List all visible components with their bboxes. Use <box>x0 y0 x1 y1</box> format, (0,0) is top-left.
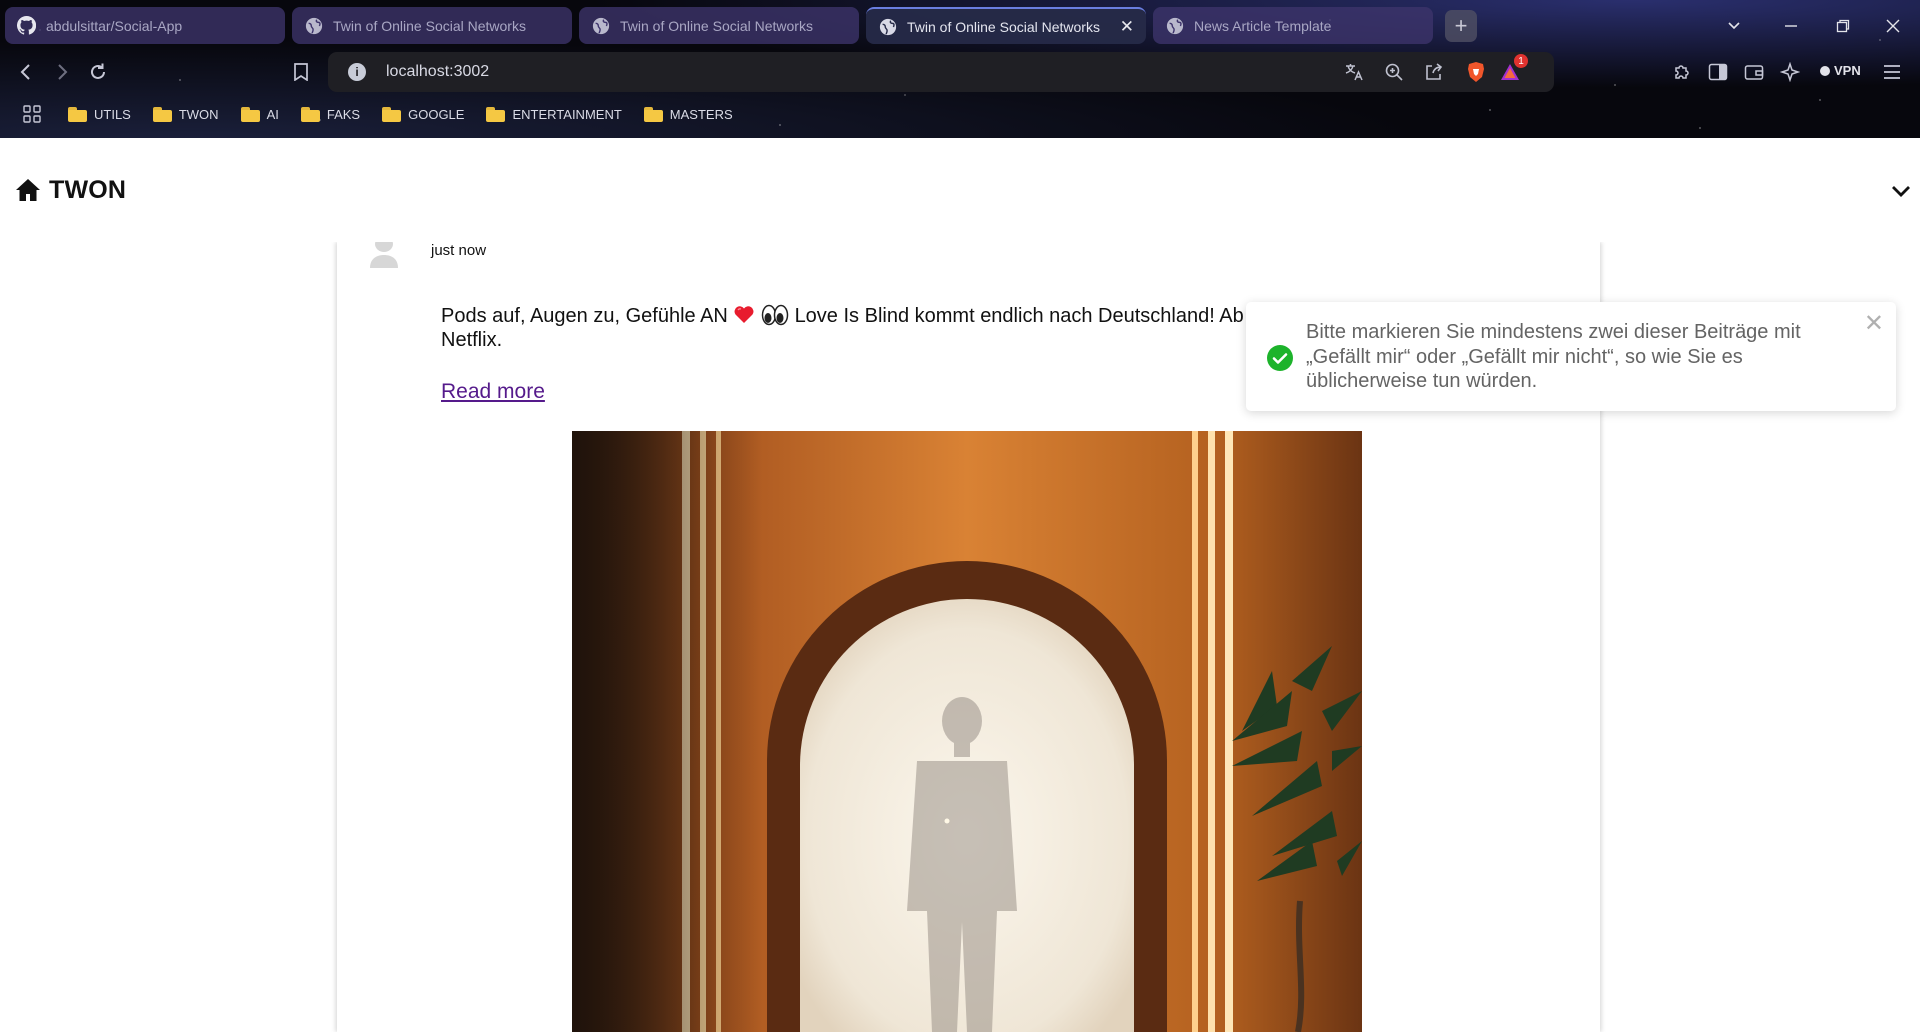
tab-twon-1[interactable]: Twin of Online Social Networks <box>292 7 572 44</box>
vpn-label: VPN <box>1834 63 1861 78</box>
bookmarks-bar: UTILS TWON AI FAKS GOOGLE ENTERTAINMENT … <box>0 100 1920 128</box>
apps-grid-icon[interactable] <box>18 100 46 128</box>
folder-icon <box>68 106 87 122</box>
brave-rewards-icon[interactable]: 1 <box>1498 54 1528 84</box>
eyes-emoji-icon <box>761 304 789 326</box>
toast-message: Bitte markieren Sie mindestens zwei dies… <box>1306 321 1801 392</box>
bookmark-folder-masters[interactable]: MASTERS <box>643 106 733 122</box>
success-check-icon <box>1267 345 1293 371</box>
bookmark-label: UTILS <box>94 106 131 122</box>
post-image[interactable] <box>572 431 1362 1032</box>
tab-news-article[interactable]: News Article Template <box>1153 7 1433 44</box>
home-link[interactable]: TWON <box>15 176 126 205</box>
chevron-down-icon[interactable] <box>1890 180 1912 202</box>
notification-badge: 1 <box>1514 54 1528 68</box>
app-header: TWON <box>0 138 1920 242</box>
brave-shields-icon[interactable] <box>1464 60 1488 84</box>
browser-chrome: abdulsittar/Social-App Twin of Online So… <box>0 0 1920 138</box>
share-icon[interactable] <box>1422 60 1446 84</box>
tab-github[interactable]: abdulsittar/Social-App <box>5 7 285 44</box>
bookmark-label: ENTERTAINMENT <box>512 106 622 122</box>
bookmark-icon[interactable] <box>285 56 317 88</box>
red-heart-emoji-icon <box>734 306 754 323</box>
github-icon <box>17 16 36 35</box>
tab-title: Twin of Online Social Networks <box>620 17 813 34</box>
folder-icon <box>486 106 506 122</box>
app-title: TWON <box>49 175 127 204</box>
tab-title: Twin of Online Social Networks <box>333 17 526 34</box>
globe-icon <box>591 16 610 35</box>
new-tab-button[interactable]: + <box>1445 10 1477 42</box>
folder-icon <box>152 106 172 122</box>
folder-icon <box>240 106 260 122</box>
tab-search-chevron-icon[interactable] <box>1718 13 1750 39</box>
notification-toast: Bitte markieren Sie mindestens zwei dies… <box>1246 302 1896 411</box>
tab-strip: abdulsittar/Social-App Twin of Online So… <box>5 7 1915 45</box>
bookmark-folder-ai[interactable]: AI <box>240 106 279 122</box>
leo-ai-icon[interactable] <box>1774 56 1806 88</box>
bookmark-folder-faks[interactable]: FAKS <box>300 106 361 122</box>
extensions-icon[interactable] <box>1666 56 1698 88</box>
address-bar[interactable]: i localhost:3002 1 <box>328 52 1554 92</box>
bookmark-folder-entertainment[interactable]: ENTERTAINMENT <box>486 106 622 122</box>
globe-icon <box>878 17 897 36</box>
tab-twon-active[interactable]: Twin of Online Social Networks ✕ <box>866 7 1146 44</box>
folder-icon <box>643 106 663 122</box>
translate-icon[interactable] <box>1342 60 1366 84</box>
page-viewport: TWON just now Pods auf, Augen zu, Gefühl… <box>0 138 1920 1032</box>
tab-title: Twin of Online Social Networks <box>907 18 1100 35</box>
browser-toolbar: i localhost:3002 1 VPN <box>0 52 1920 92</box>
bookmark-label: MASTERS <box>669 106 733 122</box>
close-window-icon[interactable] <box>1877 13 1909 39</box>
globe-icon <box>304 16 323 35</box>
vpn-button[interactable]: VPN <box>1820 63 1861 78</box>
sidebar-icon[interactable] <box>1702 56 1734 88</box>
home-icon <box>16 179 40 201</box>
close-icon[interactable]: ✕ <box>1864 312 1884 336</box>
wallet-icon[interactable] <box>1738 56 1770 88</box>
close-tab-icon[interactable]: ✕ <box>1120 18 1134 35</box>
forward-icon[interactable] <box>46 56 78 88</box>
tab-title: News Article Template <box>1194 17 1332 34</box>
post-timestamp: just now <box>431 242 487 259</box>
bookmark-folder-google[interactable]: GOOGLE <box>382 106 465 122</box>
minimize-icon[interactable] <box>1775 13 1807 39</box>
site-info-icon[interactable]: i <box>348 63 366 81</box>
folder-icon <box>300 106 320 122</box>
post-text-part: Pods auf, Augen zu, Gefühle AN <box>441 305 728 327</box>
zoom-icon[interactable] <box>1382 60 1406 84</box>
bookmark-label: FAKS <box>326 106 361 122</box>
tab-title: abdulsittar/Social-App <box>46 17 183 34</box>
back-icon[interactable] <box>10 56 42 88</box>
bookmark-label: GOOGLE <box>408 106 465 122</box>
folder-icon <box>382 106 402 122</box>
bookmark-label: AI <box>266 106 279 122</box>
read-more-link[interactable]: Read more <box>441 380 545 404</box>
vpn-status-icon <box>1820 65 1830 76</box>
bookmark-label: TWON <box>178 106 219 122</box>
bookmark-folder-utils[interactable]: UTILS <box>68 106 131 122</box>
tab-twon-2[interactable]: Twin of Online Social Networks <box>579 7 859 44</box>
restore-icon[interactable] <box>1827 13 1859 39</box>
bookmark-folder-twon[interactable]: TWON <box>152 106 219 122</box>
url-text[interactable]: localhost:3002 <box>386 63 489 81</box>
globe-icon <box>1165 16 1184 35</box>
menu-icon[interactable] <box>1876 56 1908 88</box>
reload-icon[interactable] <box>82 56 114 88</box>
